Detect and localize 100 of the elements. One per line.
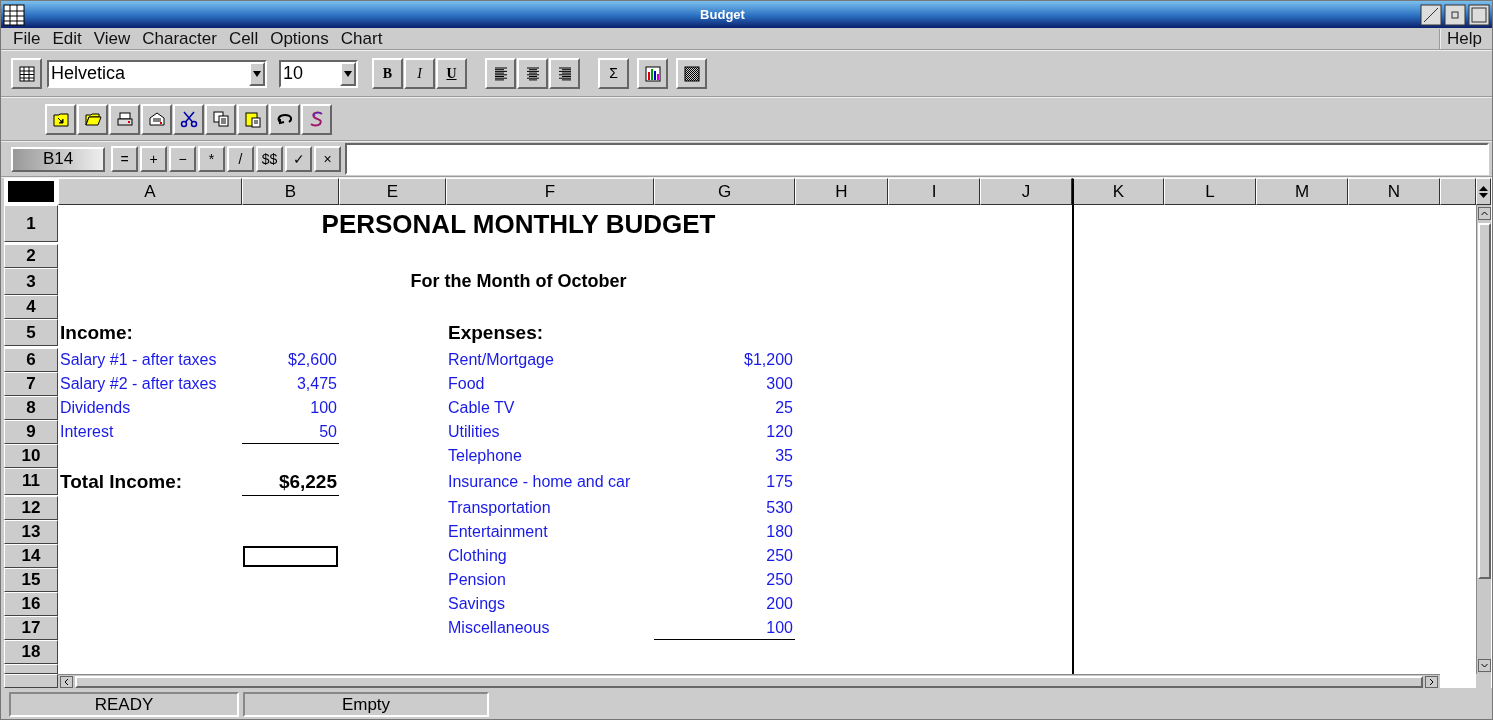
- row-header[interactable]: 15: [4, 568, 58, 592]
- restore-icon[interactable]: [1420, 3, 1442, 26]
- align-right-button[interactable]: [549, 58, 580, 89]
- new-folder-button[interactable]: [45, 103, 76, 135]
- scroll-thumb[interactable]: [1477, 223, 1491, 579]
- row-header[interactable]: 5: [4, 319, 58, 346]
- underline-button[interactable]: U: [436, 58, 467, 89]
- print-button[interactable]: [109, 103, 140, 135]
- row-header[interactable]: 4: [4, 295, 58, 319]
- operator-button[interactable]: −: [169, 146, 196, 172]
- window-title: Budget: [699, 5, 746, 24]
- font-dropdown[interactable]: Helvetica: [47, 59, 267, 88]
- row-header[interactable]: 16: [4, 592, 58, 616]
- grid-icon: [17, 64, 36, 83]
- undo-button[interactable]: [269, 103, 300, 135]
- table-cell-text: 175: [765, 471, 794, 492]
- paste-button[interactable]: [237, 103, 268, 135]
- maximize-icon[interactable]: [1468, 3, 1490, 26]
- scrollbar-corner: [1476, 674, 1491, 688]
- column-header[interactable]: I: [888, 178, 980, 205]
- italic-button[interactable]: I: [404, 58, 435, 89]
- operator-button[interactable]: =: [111, 146, 138, 172]
- copy-button[interactable]: [205, 103, 236, 135]
- column-header[interactable]: K: [1072, 178, 1164, 205]
- mail-button[interactable]: [141, 103, 172, 135]
- column-header[interactable]: J: [980, 178, 1072, 205]
- menu-item[interactable]: Help: [1441, 28, 1488, 49]
- vertical-scrollbar[interactable]: [1476, 205, 1491, 674]
- grid-button[interactable]: [11, 58, 42, 89]
- row-header[interactable]: 11: [4, 467, 58, 495]
- column-header[interactable]: G: [654, 178, 795, 205]
- table-cell-text: Rent/Mortgage: [447, 349, 555, 370]
- menu-item[interactable]: Character: [136, 28, 223, 49]
- pattern-button[interactable]: [676, 58, 707, 89]
- minimize-icon[interactable]: [1444, 3, 1466, 26]
- column-header[interactable]: B: [242, 178, 339, 205]
- paste-icon: [243, 110, 262, 128]
- menu-item[interactable]: Cell: [222, 28, 265, 49]
- row-header[interactable]: 10: [4, 443, 58, 468]
- sheet-title: PERSONAL MONTHLY BUDGET: [320, 208, 717, 241]
- cell-cursor[interactable]: [243, 546, 338, 567]
- column-header[interactable]: L: [1164, 178, 1256, 205]
- caret-icon: [253, 70, 261, 77]
- operator-button[interactable]: *: [198, 146, 225, 172]
- cut-button[interactable]: [173, 103, 204, 135]
- menu-item[interactable]: File: [7, 28, 47, 49]
- row-header[interactable]: 3: [4, 268, 58, 295]
- column-header[interactable]: F: [446, 178, 654, 205]
- row-header[interactable]: 7: [4, 371, 58, 396]
- row-header[interactable]: 12: [4, 496, 58, 520]
- table-cell-text: 300: [765, 373, 794, 394]
- table-cell-text: 200: [765, 594, 794, 614]
- status-panel: READY: [9, 692, 239, 717]
- row-header[interactable]: 18: [4, 640, 58, 664]
- row-header[interactable]: 14: [4, 544, 58, 568]
- sheet-subtitle: For the Month of October: [409, 270, 628, 293]
- font-size-dropdown[interactable]: 10: [279, 59, 358, 88]
- menu-item[interactable]: Options: [264, 28, 335, 49]
- sum-button[interactable]: Σ: [598, 58, 629, 89]
- table-cell: $6,225: [242, 467, 339, 496]
- row-header[interactable]: 9: [4, 419, 58, 444]
- row-header[interactable]: 2: [4, 244, 58, 268]
- table-cell-text: Interest: [59, 421, 115, 442]
- align-center-button[interactable]: [517, 58, 548, 89]
- table-cell-text: $2,600: [287, 349, 338, 370]
- menu-item[interactable]: Chart: [334, 28, 389, 49]
- column-header[interactable]: N: [1348, 178, 1440, 205]
- table-cell-text: 120: [765, 421, 794, 442]
- column-header[interactable]: [1440, 178, 1476, 205]
- operator-button[interactable]: ✓: [285, 146, 312, 172]
- align-left-button[interactable]: [485, 58, 516, 89]
- table-cell-text: 180: [765, 522, 794, 542]
- menu-item[interactable]: Edit: [46, 28, 88, 49]
- menu-item[interactable]: View: [87, 28, 137, 49]
- row-header[interactable]: 8: [4, 395, 58, 420]
- row-header[interactable]: 13: [4, 520, 58, 544]
- bold-button[interactable]: B: [372, 58, 403, 89]
- section-heading: Expenses:: [447, 321, 545, 345]
- table-cell-text: Salary #1 - after taxes: [59, 349, 218, 370]
- operator-button[interactable]: +: [140, 146, 167, 172]
- operator-button[interactable]: /: [227, 146, 254, 172]
- status-panel: Empty: [243, 692, 489, 717]
- formula-field[interactable]: [345, 143, 1489, 175]
- chart-button[interactable]: [637, 58, 668, 89]
- row-header[interactable]: 6: [4, 347, 58, 372]
- column-header[interactable]: H: [795, 178, 888, 205]
- swirl-button[interactable]: [301, 103, 332, 135]
- column-header[interactable]: M: [1256, 178, 1348, 205]
- row-header[interactable]: [4, 664, 58, 674]
- open-button[interactable]: [77, 103, 108, 135]
- table-cell-text: Transportation: [447, 498, 552, 518]
- column-header[interactable]: A: [58, 178, 242, 205]
- column-header[interactable]: E: [339, 178, 446, 205]
- spreadsheet-icon: [3, 3, 25, 26]
- row-header[interactable]: 17: [4, 616, 58, 640]
- table-cell-text: Food: [447, 373, 486, 394]
- operator-button[interactable]: $$: [256, 146, 283, 172]
- table-cell-text: Utilities: [447, 421, 501, 442]
- row-header[interactable]: 1: [4, 205, 58, 242]
- operator-button[interactable]: ×: [314, 146, 341, 172]
